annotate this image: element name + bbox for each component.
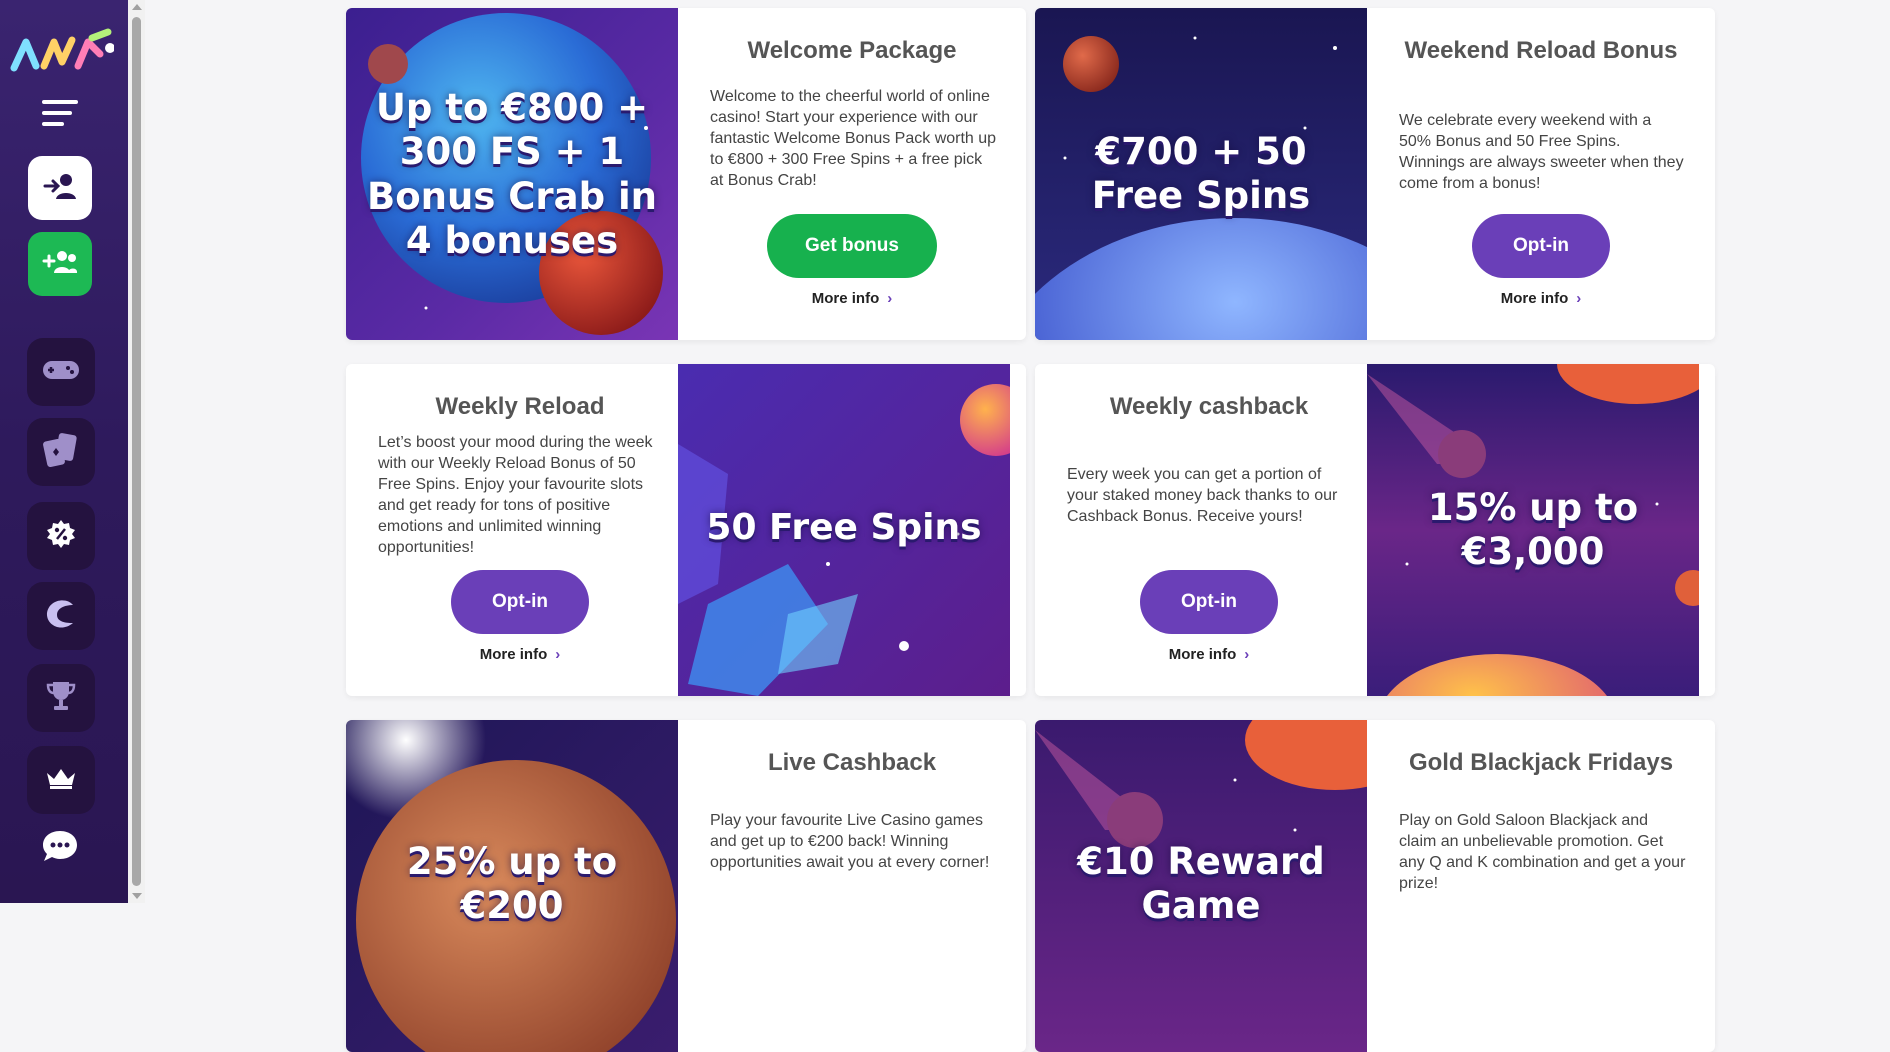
promo-text-panel: Weekend Reload Bonus We celebrate every … [1367,8,1715,340]
more-info-link[interactable]: More info › [1035,646,1383,663]
more-info-label: More info [811,290,880,307]
promo-title: Weekly Reload [435,393,605,420]
chat-button[interactable] [28,816,92,880]
more-info-label: More info [1168,646,1237,663]
sidebar-item-games[interactable] [27,338,95,406]
promo-card-weekend-reload: €700 + 50 Free Spins Weekend Reload Bonu… [1035,8,1715,340]
chevron-right-icon: › [1576,290,1582,307]
scroll-up-arrow-icon[interactable] [132,4,142,10]
games-icon [42,358,80,386]
promo-title: Live Cashback [767,749,937,776]
register-button[interactable] [28,232,92,296]
promo-description: We celebrate every weekend with a 50% Bo… [1399,112,1684,192]
promo-text-panel: Welcome Package Welcome to the cheerful … [678,8,1026,340]
vip-crown-icon [44,765,78,795]
promo-image: €700 + 50 Free Spins [1035,8,1367,340]
cards-icon [41,430,81,474]
promo-image-text: 15% up to €3,000 [1427,486,1639,574]
more-info-label: More info [479,646,548,663]
opt-in-button[interactable]: Opt-in [451,570,589,634]
promo-image-text: 50 Free Spins [706,507,982,548]
promo-description: Every week you can get a portion of your… [1067,466,1338,525]
promo-card-welcome-package: Up to €800 + 300 FS + 1 Bonus Crab in 4 … [346,8,1026,340]
chat-icon [40,828,80,868]
chevron-right-icon: › [1244,646,1250,663]
promo-description: Welcome to the cheerful world of online … [710,88,997,189]
promo-title: Weekly cashback [1109,393,1309,420]
login-icon [43,171,77,205]
promo-text-panel: Weekly Reload Let’s boost your mood duri… [346,364,694,696]
sidebar-item-cards[interactable] [27,418,95,486]
opt-in-button[interactable]: Opt-in [1140,570,1278,634]
promo-title: Welcome Package [747,37,957,64]
more-info-label: More info [1500,290,1569,307]
promo-card-weekly-cashback: Weekly cashback Every week you can get a… [1035,364,1715,696]
get-bonus-button[interactable]: Get bonus [767,214,937,278]
login-button[interactable] [28,156,92,220]
promo-description: Let’s boost your mood during the week wi… [378,434,653,556]
promo-image-text: 25% up to €200 [406,840,618,928]
register-icon [42,247,78,281]
promo-title: Weekend Reload Bonus [1404,37,1678,64]
chevron-right-icon: › [887,290,893,307]
promo-image-text: Up to €800 + 300 FS + 1 Bonus Crab in 4 … [367,86,657,263]
hamburger-menu-icon[interactable] [40,98,80,128]
promo-image: Up to €800 + 300 FS + 1 Bonus Crab in 4 … [346,8,678,340]
promo-description: Play your favourite Live Casino games an… [710,812,990,871]
scrollbar[interactable] [128,0,145,903]
scrollbar-thumb[interactable] [132,17,141,886]
promo-image: 50 Free Spins [678,364,1010,696]
promo-text-panel: Gold Blackjack Fridays Play on Gold Salo… [1367,720,1715,1052]
more-info-link[interactable]: More info › [1367,290,1715,307]
trophy-icon [45,679,77,717]
more-info-link[interactable]: More info › [678,290,1026,307]
promo-card-gold-blackjack: €10 Reward Game Gold Blackjack Fridays P… [1035,720,1715,1052]
chevron-right-icon: › [555,646,561,663]
promo-image: €10 Reward Game [1035,720,1367,1052]
promo-text-panel: Live Cashback Play your favourite Live C… [678,720,1026,1052]
promo-image-text: €700 + 50 Free Spins [1091,130,1311,218]
promo-description: Play on Gold Saloon Blackjack and claim … [1399,812,1686,892]
promo-card-weekly-reload: Weekly Reload Let’s boost your mood duri… [346,364,1026,696]
opt-in-button[interactable]: Opt-in [1472,214,1610,278]
crab-icon [43,597,79,635]
promo-image-text: €10 Reward Game [1077,840,1325,928]
sidebar-item-vip[interactable] [27,746,95,814]
more-info-link[interactable]: More info › [346,646,694,663]
sidebar-item-crab[interactable] [27,582,95,650]
promo-text-panel: Weekly cashback Every week you can get a… [1035,364,1383,696]
promo-card-live-cashback: 25% up to €200 Live Cashback Play your f… [346,720,1026,1052]
sidebar-item-promotions[interactable] [27,502,95,570]
promotions-icon [46,519,76,553]
sidebar-item-trophy[interactable] [27,664,95,732]
sidebar [0,0,128,903]
promo-image: 25% up to €200 [346,720,678,1052]
promo-image: 15% up to €3,000 [1367,364,1699,696]
brand-logo[interactable] [10,20,115,80]
promo-title: Gold Blackjack Fridays [1408,749,1674,776]
scroll-down-arrow-icon[interactable] [132,893,142,899]
